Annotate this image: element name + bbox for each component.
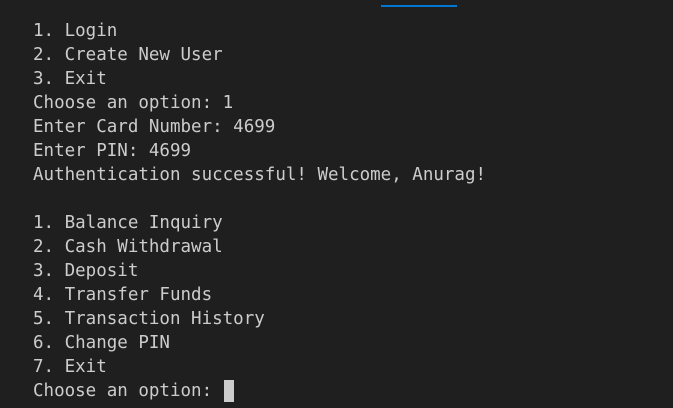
output-line: Choose an option: 1: [33, 93, 234, 113]
output-line: 4. Transfer Funds: [33, 285, 213, 305]
input-prompt-line[interactable]: Choose an option:: [33, 379, 665, 403]
output-line: 1. Balance Inquiry: [33, 213, 223, 233]
text-cursor[interactable]: [223, 380, 234, 402]
terminal-output: 1. Login 2. Create New User 3. Exit Choo…: [33, 19, 665, 403]
input-prompt: Choose an option:: [33, 381, 223, 401]
output-line: Enter PIN: 4699: [33, 141, 192, 161]
active-tab-indicator: [381, 5, 457, 7]
terminal-panel[interactable]: 1. Login 2. Create New User 3. Exit Choo…: [0, 0, 673, 408]
output-line: 3. Deposit: [33, 261, 139, 281]
output-line: 6. Change PIN: [33, 333, 170, 353]
output-line: 2. Cash Withdrawal: [33, 237, 223, 257]
output-line: Authentication successful! Welcome, Anur…: [33, 165, 487, 185]
output-line: 3. Exit: [33, 69, 107, 89]
output-line: Enter Card Number: 4699: [33, 117, 276, 137]
output-line: 5. Transaction History: [33, 309, 265, 329]
output-line: 1. Login: [33, 21, 118, 41]
output-line: 2. Create New User: [33, 45, 223, 65]
output-line: 7. Exit: [33, 357, 107, 377]
